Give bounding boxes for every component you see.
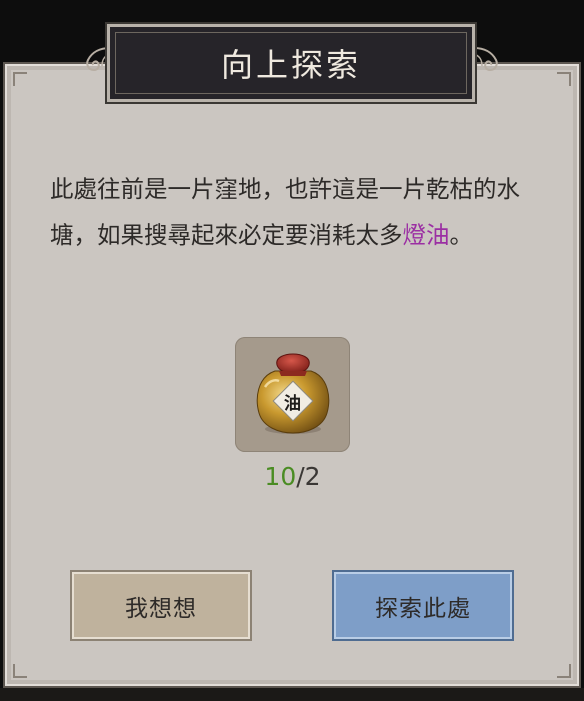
dialog-message: 此處往前是一片窪地，也許這是一片乾枯的水塘，如果搜尋起來必定要消耗太多燈油。 [50,166,550,258]
item-slot[interactable]: 油 [235,337,350,452]
corner-ornament [557,664,571,678]
banner-ornament-right-icon [473,47,498,72]
count-need: 2 [304,462,321,491]
think-button[interactable]: 我想想 [70,570,252,641]
bottom-strip [0,688,584,701]
message-highlight: 燈油 [402,221,450,249]
jar-label: 油 [284,394,301,414]
think-button-label: 我想想 [125,595,197,622]
explore-button-label: 探索此處 [375,595,471,622]
count-have: 10 [264,462,297,491]
item-count: 10/2 [235,462,350,491]
dialog-title: 向上探索 [220,46,361,84]
title-banner: 向上探索 [105,22,477,104]
explore-button[interactable]: 探索此處 [332,570,514,641]
count-separator: / [296,462,305,491]
corner-ornament [13,72,27,86]
message-end: 。 [449,221,474,249]
corner-ornament [557,72,571,86]
corner-ornament [13,664,27,678]
